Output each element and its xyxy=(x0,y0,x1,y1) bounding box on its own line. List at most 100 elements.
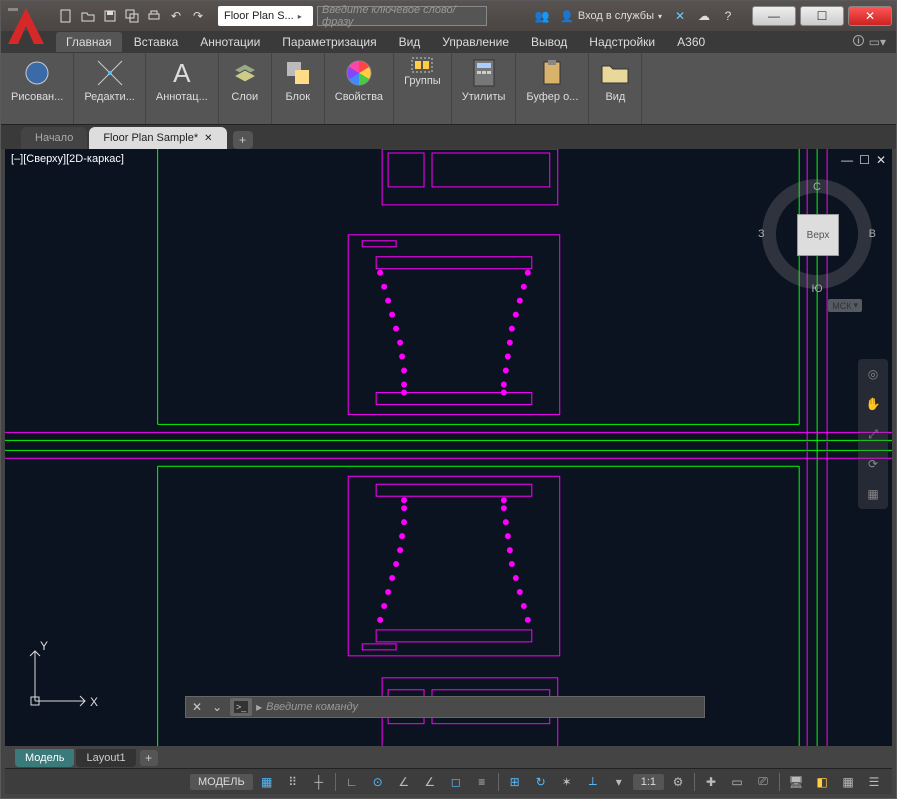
osnap-icon[interactable]: ◻ xyxy=(444,772,468,792)
selection-filter-icon[interactable]: ▾ xyxy=(607,772,631,792)
layers-button[interactable]: Слои xyxy=(223,55,267,105)
maximize-button[interactable]: ☐ xyxy=(800,6,844,26)
titlebar: ↶ ↷ Floor Plan S... ▸ Введите ключевое с… xyxy=(1,1,896,31)
annotation-button[interactable]: A Аннотац... xyxy=(150,55,214,105)
minimize-button[interactable]: — xyxy=(752,6,796,26)
annotation-scale-button[interactable]: 1:1 xyxy=(633,774,664,790)
layout-tab-layout1[interactable]: Layout1 xyxy=(76,749,135,767)
wcs-dropdown[interactable]: МСК▾ xyxy=(828,299,862,312)
viewcube[interactable]: Верх С Ю В З xyxy=(762,179,872,289)
infer-constraints-icon[interactable]: ┼ xyxy=(307,772,331,792)
workspace-icon[interactable]: ✚ xyxy=(699,772,723,792)
search-input[interactable]: Введите ключевое слово/фразу xyxy=(317,6,487,26)
otrack-icon[interactable]: ∠ xyxy=(418,772,442,792)
undo-icon[interactable]: ↶ xyxy=(166,6,186,26)
dynamic-ucs-icon[interactable]: ⟂ xyxy=(581,772,605,792)
modify-button[interactable]: Редакти... xyxy=(78,55,141,105)
exchange-icon[interactable]: ✕ xyxy=(670,6,690,26)
tab-addins[interactable]: Надстройки xyxy=(579,32,665,52)
clipboard-button[interactable]: Буфер о... xyxy=(520,55,584,105)
viewcube-west[interactable]: З xyxy=(758,228,765,240)
transparency-icon[interactable]: ⊞ xyxy=(503,772,527,792)
wcs-label: МСК xyxy=(832,301,851,311)
hardware-accel-icon[interactable]: ▦ xyxy=(836,772,860,792)
panel-label: Группы xyxy=(404,75,441,87)
ucs-icon: X Y xyxy=(20,636,100,716)
redo-icon[interactable]: ↷ xyxy=(188,6,208,26)
gear-icon[interactable]: ⚙ xyxy=(666,772,690,792)
viewcube-east[interactable]: В xyxy=(869,228,876,240)
isodraft-icon[interactable]: ∠ xyxy=(392,772,416,792)
view-button[interactable]: Вид xyxy=(593,55,637,105)
polar-icon[interactable]: ⊙ xyxy=(366,772,390,792)
tab-home[interactable]: Главная xyxy=(56,32,122,52)
document-title-dropdown[interactable]: Floor Plan S... ▸ xyxy=(218,6,313,26)
cmdline-input[interactable]: Введите команду xyxy=(262,701,704,713)
file-tab-start[interactable]: Начало xyxy=(21,127,87,149)
ribbon-collapse-icon[interactable]: ▭▾ xyxy=(869,35,886,49)
signin-button[interactable]: 👤 Вход в службы ▾ xyxy=(556,10,666,23)
color-wheel-icon xyxy=(343,57,375,89)
tab-manage[interactable]: Управление xyxy=(432,32,519,52)
snap-mode-icon[interactable]: ⠿ xyxy=(281,772,305,792)
search-placeholder: Введите ключевое слово/фразу xyxy=(322,4,482,28)
groups-button[interactable]: Группы xyxy=(398,55,447,89)
drawing-area[interactable]: [–][Сверху][2D-каркас] — ☐ ✕ xyxy=(5,149,892,746)
command-line[interactable]: ✕ ⌄ >_ ▸ Введите команду xyxy=(185,696,705,718)
ribbon-panel-draw: Рисован... xyxy=(1,53,74,124)
a360-icon[interactable]: ☁ xyxy=(694,6,714,26)
saveas-icon[interactable] xyxy=(122,6,142,26)
layout-tab-model[interactable]: Модель xyxy=(15,749,74,767)
ribbon-panel-block: Блок xyxy=(272,53,325,124)
pan-icon[interactable]: ✋ xyxy=(862,393,884,415)
add-tab-button[interactable]: + xyxy=(233,131,253,149)
zoom-extents-icon[interactable]: ⤢ xyxy=(862,423,884,445)
save-icon[interactable] xyxy=(100,6,120,26)
new-icon[interactable] xyxy=(56,6,76,26)
model-space-button[interactable]: МОДЕЛЬ xyxy=(190,774,253,790)
quick-properties-icon[interactable]: 🖥 xyxy=(784,772,808,792)
tab-parametric[interactable]: Параметризация xyxy=(272,32,386,52)
annotation-monitor-icon[interactable]: ▭ xyxy=(725,772,749,792)
viewcube-north[interactable]: С xyxy=(813,181,821,193)
tab-insert[interactable]: Вставка xyxy=(124,32,189,52)
block-button[interactable]: Блок xyxy=(276,55,320,105)
close-icon[interactable]: ✕ xyxy=(204,133,212,144)
lineweight-icon[interactable]: ≡ xyxy=(470,772,494,792)
units-icon[interactable]: ⎚ xyxy=(751,772,775,792)
tab-annotate[interactable]: Аннотации xyxy=(190,32,270,52)
3dosnap-icon[interactable]: ✶ xyxy=(555,772,579,792)
featured-apps-icon[interactable]: 🛈 xyxy=(852,32,864,53)
utilities-button[interactable]: Утилиты xyxy=(456,55,512,105)
showmotion-icon[interactable]: ▦ xyxy=(862,483,884,505)
cmdline-history-icon[interactable]: ⌄ xyxy=(208,700,226,714)
app-logo[interactable] xyxy=(3,3,49,49)
help-icon[interactable]: ? xyxy=(718,6,738,26)
panel-label: Аннотац... xyxy=(156,91,208,103)
open-icon[interactable] xyxy=(78,6,98,26)
clean-screen-icon[interactable]: ☰ xyxy=(862,772,886,792)
grid-icon[interactable]: ▦ xyxy=(255,772,279,792)
viewcube-south[interactable]: Ю xyxy=(811,283,822,295)
ribbon: Рисован... Редакти... A Аннотац... Слои xyxy=(1,53,896,125)
properties-button[interactable]: Свойства xyxy=(329,55,389,105)
print-icon[interactable] xyxy=(144,6,164,26)
infocenter-icon[interactable]: 👥 xyxy=(532,6,552,26)
close-button[interactable]: ✕ xyxy=(848,6,892,26)
cmdline-close-icon[interactable]: ✕ xyxy=(186,700,208,714)
document-title-text: Floor Plan S... xyxy=(224,10,294,22)
viewcube-top-face[interactable]: Верх xyxy=(797,214,839,256)
draw-button[interactable]: Рисован... xyxy=(5,55,69,105)
add-layout-button[interactable]: + xyxy=(140,750,158,766)
file-tab-document[interactable]: Floor Plan Sample*✕ xyxy=(89,127,226,149)
ortho-icon[interactable]: ∟ xyxy=(340,772,364,792)
tab-output[interactable]: Вывод xyxy=(521,32,577,52)
orbit-icon[interactable]: ⟳ xyxy=(862,453,884,475)
tab-view[interactable]: Вид xyxy=(389,32,431,52)
steering-wheel-icon[interactable]: ◎ xyxy=(862,363,884,385)
tab-a360[interactable]: A360 xyxy=(667,32,715,52)
selection-cycling-icon[interactable]: ↻ xyxy=(529,772,553,792)
isolate-objects-icon[interactable]: ◧ xyxy=(810,772,834,792)
layers-icon xyxy=(229,57,261,89)
ribbon-panel-layers: Слои xyxy=(219,53,272,124)
